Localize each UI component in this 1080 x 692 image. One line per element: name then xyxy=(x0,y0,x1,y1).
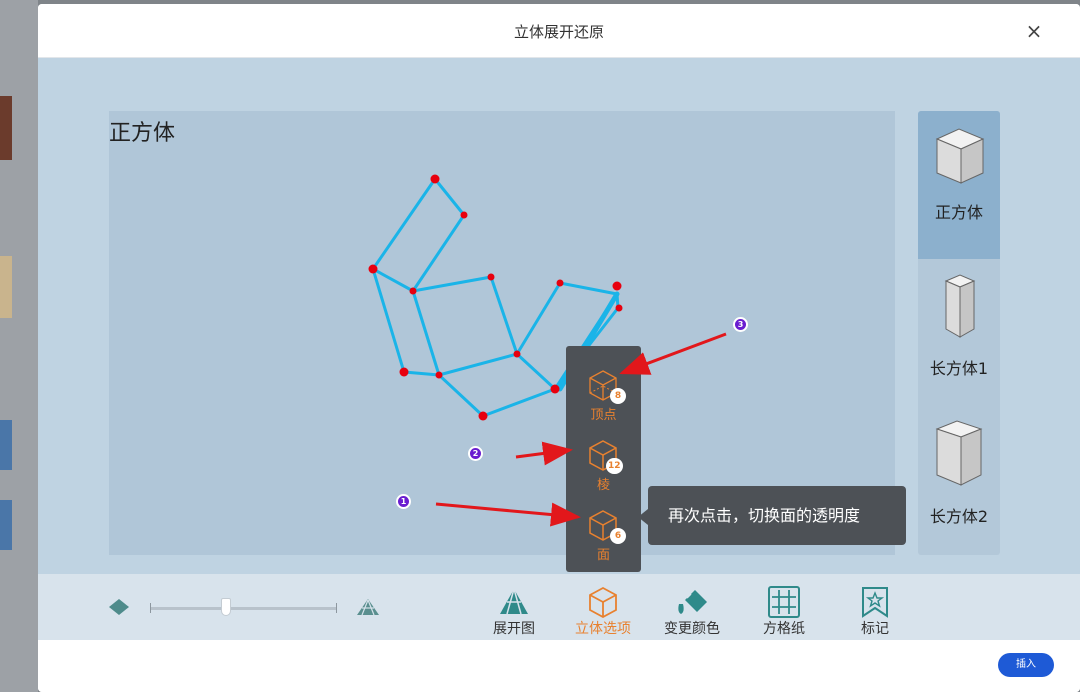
cube-edge xyxy=(402,370,441,377)
popup-item-vertices[interactable]: 8 顶点 xyxy=(566,360,641,426)
cube-vertex xyxy=(399,367,409,377)
background-thumbnail xyxy=(0,256,12,318)
cube-vertex xyxy=(430,174,440,184)
annotation-marker-3: 3 xyxy=(733,317,748,332)
background-thumbnail xyxy=(0,420,12,470)
face-count-badge: 6 xyxy=(610,528,626,544)
cube-vertex xyxy=(550,384,560,394)
shape-item-cube[interactable]: 正方体 xyxy=(918,111,1000,259)
annotation-marker-2: 2 xyxy=(468,446,483,461)
cube-edge xyxy=(371,177,437,271)
unfold-restore-dialog: 立体展开还原 × 正方体 正方体 长方体1 长方体2 展开图 立体选项 变更颜色… xyxy=(38,4,1080,692)
tooltip-arrow xyxy=(638,509,648,525)
cube-options-popup: 8 顶点 12 棱 6 面 xyxy=(566,346,641,572)
slider-knob[interactable] xyxy=(221,598,232,616)
cube-vertex xyxy=(460,211,468,219)
background-thumbnail xyxy=(0,96,12,160)
cube-edge xyxy=(558,281,619,296)
tool-bookmark[interactable]: 标记 xyxy=(842,582,908,640)
tool-unfold[interactable]: 展开图 xyxy=(481,582,547,640)
workspace: 正方体 正方体 长方体1 长方体2 xyxy=(38,58,1080,603)
cuboid-thumbnail-icon xyxy=(918,417,1000,493)
tool-label: 方格纸 xyxy=(763,621,805,637)
cube-vertex xyxy=(435,371,443,379)
cube-edge xyxy=(411,275,493,293)
cube-edge xyxy=(481,387,557,418)
dialog-title: 立体展开还原 xyxy=(513,23,604,41)
edge-count-badge: 12 xyxy=(606,458,623,474)
opacity-slider[interactable] xyxy=(150,607,336,610)
tool-cube-options[interactable]: 立体选项 xyxy=(570,582,636,640)
background-thumbnail xyxy=(0,500,12,550)
shape-label: 长方体1 xyxy=(929,359,989,378)
cube-edge xyxy=(411,213,466,293)
cube-vertex xyxy=(368,264,378,274)
shape-label: 长方体2 xyxy=(929,507,989,526)
dialog-footer: 插入 xyxy=(38,640,1080,692)
cube-thumbnail-icon xyxy=(918,125,1000,191)
annotation-marker-1: 1 xyxy=(396,494,411,509)
cube-vertex xyxy=(612,281,622,291)
face-opacity-tooltip: 再次点击，切换面的透明度 xyxy=(648,486,906,545)
popup-item-label: 棱 xyxy=(596,478,610,493)
dialog-titlebar: 立体展开还原 × xyxy=(38,4,1080,58)
tool-label: 标记 xyxy=(861,621,889,637)
cube-vertex xyxy=(478,411,488,421)
cube-vertex xyxy=(487,273,495,281)
close-icon[interactable]: × xyxy=(1024,21,1044,41)
slider-tick xyxy=(336,603,337,613)
tool-label: 变更颜色 xyxy=(664,621,720,637)
cube-edge xyxy=(489,275,519,356)
popup-item-label: 面 xyxy=(596,548,610,563)
tool-label: 立体选项 xyxy=(575,621,631,637)
cube-edge xyxy=(437,373,485,418)
cube-edge xyxy=(411,289,441,377)
tool-change-color[interactable]: 变更颜色 xyxy=(659,582,725,640)
tool-label: 展开图 xyxy=(493,621,535,637)
vertex-count-badge: 8 xyxy=(610,388,626,404)
unfold-icon xyxy=(499,588,529,620)
popup-item-faces[interactable]: 6 面 xyxy=(566,500,641,566)
slider-tick xyxy=(150,603,151,613)
paint-bucket-icon xyxy=(675,586,709,622)
cube-edge xyxy=(515,352,557,391)
slider-min-icon xyxy=(108,598,130,620)
insert-button[interactable]: 插入 xyxy=(998,653,1054,677)
popup-item-edges[interactable]: 12 棱 xyxy=(566,430,641,496)
cube-vertex xyxy=(556,279,564,287)
tool-grid-paper[interactable]: 方格纸 xyxy=(751,582,817,640)
cube-options-icon xyxy=(588,586,618,622)
cube-vertex xyxy=(615,304,623,312)
cube-edge xyxy=(433,177,466,217)
slider-max-icon xyxy=(356,598,380,620)
cube-vertex xyxy=(513,350,521,358)
cuboid-thumbnail-icon xyxy=(918,271,1000,345)
shape-label: 正方体 xyxy=(934,203,983,222)
shape-item-cuboid-2[interactable]: 长方体2 xyxy=(918,407,1000,555)
shape-item-cuboid-1[interactable]: 长方体1 xyxy=(918,259,1000,407)
background-app xyxy=(0,0,38,692)
shape-selector-panel: 正方体 长方体1 长方体2 xyxy=(918,111,1000,555)
bookmark-star-icon xyxy=(861,586,889,622)
cube-edge xyxy=(515,281,562,356)
cube-edge xyxy=(437,352,519,377)
grid-paper-icon xyxy=(768,586,800,622)
popup-item-label: 顶点 xyxy=(590,408,617,423)
cube-vertex xyxy=(409,287,417,295)
